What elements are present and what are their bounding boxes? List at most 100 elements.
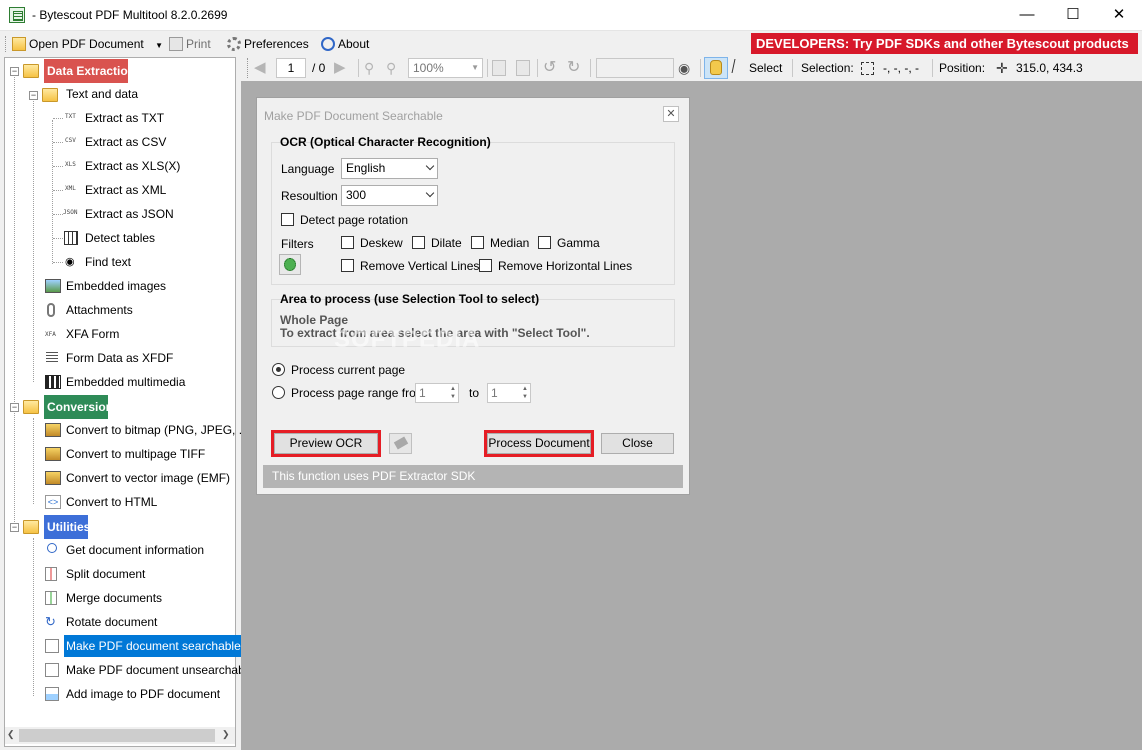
developers-banner[interactable]: DEVELOPERS: Try PDF SDKs and other Bytes… — [751, 33, 1138, 54]
gamma-checkbox[interactable] — [538, 236, 551, 249]
range-from-stepper[interactable]: 1 ▲ ▼ — [415, 383, 459, 403]
scroll-right-icon[interactable]: ❯ — [222, 729, 230, 740]
softpedia-watermark: SOFTPEDIA — [334, 326, 481, 353]
tree-item-extract-csv[interactable]: Extract as CSV — [85, 133, 166, 151]
collapse-toggle[interactable]: − — [10, 403, 19, 412]
page-number-input[interactable]: 1 — [276, 58, 306, 78]
search-input[interactable] — [596, 58, 674, 78]
remove-horizontal-label: Remove Horizontal Lines — [498, 259, 633, 273]
next-page-icon[interactable]: ▶ — [334, 59, 352, 77]
tree-item-extract-xml[interactable]: Extract as XML — [85, 181, 166, 199]
resolution-value: 300 — [346, 188, 367, 202]
tree-line — [53, 142, 63, 143]
tree-item-convert-bitmap[interactable]: Convert to bitmap (PNG, JPEG, ...) — [66, 421, 253, 439]
previous-page-icon[interactable]: ◀ — [254, 59, 272, 77]
scroll-left-icon[interactable]: ❮ — [7, 729, 15, 740]
page-total: / 0 — [312, 61, 326, 75]
category-conversion[interactable]: Conversion — [44, 395, 108, 419]
preferences-button[interactable]: Preferences — [227, 36, 309, 52]
select-tool-label[interactable]: Select — [749, 61, 782, 75]
category-data-extraction[interactable]: Data Extraction — [44, 59, 128, 83]
continuous-page-icon[interactable] — [516, 60, 530, 76]
cursor-icon — [731, 59, 745, 73]
close-dialog-button[interactable]: Close — [601, 433, 674, 454]
tree-item-merge-documents[interactable]: Merge documents — [66, 589, 162, 607]
tree-item-make-searchable[interactable]: Make PDF document searchable — [64, 635, 243, 657]
tree-line — [53, 238, 63, 239]
close-button[interactable]: ✕ — [1096, 0, 1142, 31]
tree-item-extract-json[interactable]: Extract as JSON — [85, 205, 174, 223]
toolbar-separator — [700, 59, 701, 77]
zoom-combo[interactable]: 100% ▼ — [408, 58, 483, 78]
minimize-button[interactable]: — — [1004, 0, 1050, 31]
print-button[interactable]: Print — [169, 36, 211, 52]
tree-item-detect-tables[interactable]: Detect tables — [85, 229, 155, 247]
collapse-toggle[interactable]: − — [10, 67, 19, 76]
tree-item-make-unsearchable[interactable]: Make PDF document unsearchable — [66, 661, 254, 679]
tree-line — [14, 72, 15, 528]
language-select[interactable]: English — [341, 158, 438, 179]
median-checkbox[interactable] — [471, 236, 484, 249]
printer-icon — [169, 37, 183, 51]
folder-open-icon — [23, 64, 39, 78]
tree-item-text-and-data[interactable]: Text and data — [66, 85, 138, 103]
open-pdf-button[interactable]: Open PDF Document ▼ — [12, 36, 163, 52]
window-title: - Bytescout PDF Multitool 8.2.0.2699 — [32, 8, 228, 22]
tree-item-document-info[interactable]: Get document information — [66, 541, 204, 559]
chevron-down-icon[interactable]: ▼ — [155, 38, 163, 54]
tree-item-form-xfdf[interactable]: Form Data as XFDF — [66, 349, 173, 367]
find-binoculars-icon[interactable]: ◉ — [678, 59, 696, 77]
dilate-checkbox[interactable] — [412, 236, 425, 249]
maximize-button[interactable]: ☐ — [1050, 0, 1096, 31]
tree-item-embedded-multimedia[interactable]: Embedded multimedia — [66, 373, 185, 391]
tree-item-convert-emf[interactable]: Convert to vector image (EMF) — [66, 469, 230, 487]
remove-horizontal-checkbox[interactable] — [479, 259, 492, 272]
hand-tool-button[interactable] — [704, 57, 728, 79]
tree-item-add-image[interactable]: Add image to PDF document — [66, 685, 220, 703]
stepper-arrows-icon[interactable]: ▲ ▼ — [450, 385, 456, 401]
tree-item-embedded-images[interactable]: Embedded images — [66, 277, 166, 295]
collapse-toggle[interactable]: − — [10, 523, 19, 532]
stepper-arrows-icon[interactable]: ▲ ▼ — [522, 385, 528, 401]
clear-preview-button[interactable] — [389, 433, 412, 454]
remove-vertical-checkbox[interactable] — [341, 259, 354, 272]
process-range-radio[interactable] — [272, 386, 285, 399]
tree-item-attachments[interactable]: Attachments — [66, 301, 133, 319]
tree-item-convert-html[interactable]: Convert to HTML — [66, 493, 157, 511]
binoculars-icon: ◉ — [65, 256, 75, 268]
process-current-radio[interactable] — [272, 363, 285, 376]
process-current-label: Process current page — [291, 363, 406, 377]
process-range-label: Process page range from — [291, 386, 426, 400]
process-document-button[interactable]: Process Document — [487, 433, 591, 454]
about-button[interactable]: About — [321, 36, 369, 52]
single-page-icon[interactable] — [492, 60, 506, 76]
tree-item-find-text[interactable]: Find text — [85, 253, 131, 271]
rotate-left-icon[interactable]: ↺ — [543, 59, 561, 77]
tree-item-extract-txt[interactable]: Extract as TXT — [85, 109, 164, 127]
zoom-in-icon[interactable]: ⚲ — [386, 59, 404, 77]
filter-settings-button[interactable] — [279, 254, 301, 275]
deskew-checkbox[interactable] — [341, 236, 354, 249]
tree-item-convert-tiff[interactable]: Convert to multipage TIFF — [66, 445, 205, 463]
detect-rotation-checkbox[interactable] — [281, 213, 294, 226]
zoom-out-icon[interactable]: ⚲ — [364, 59, 382, 77]
collapse-toggle[interactable]: − — [29, 91, 38, 100]
select-tool-button[interactable] — [731, 59, 745, 76]
rotate-right-icon[interactable]: ↻ — [567, 59, 585, 77]
dialog-close-icon[interactable]: ✕ — [663, 106, 679, 122]
preview-ocr-button[interactable]: Preview OCR — [274, 433, 378, 454]
folder-open-icon — [23, 400, 39, 414]
resolution-select[interactable]: 300 — [341, 185, 438, 206]
tree-item-split-document[interactable]: Split document — [66, 565, 145, 583]
range-to-stepper[interactable]: 1 ▲ ▼ — [487, 383, 531, 403]
category-utilities[interactable]: Utilities — [44, 515, 88, 539]
image-icon — [45, 279, 61, 293]
print-label: Print — [186, 37, 211, 51]
tree-item-extract-xls[interactable]: Extract as XLS(X) — [85, 157, 180, 175]
tree-line — [33, 538, 34, 696]
whole-page-label: Whole Page — [280, 313, 349, 327]
scrollbar-thumb[interactable] — [19, 729, 215, 742]
tree-item-rotate-document[interactable]: Rotate document — [66, 613, 157, 631]
tree-item-xfa-form[interactable]: XFA Form — [66, 325, 119, 343]
tree-line — [53, 166, 63, 167]
